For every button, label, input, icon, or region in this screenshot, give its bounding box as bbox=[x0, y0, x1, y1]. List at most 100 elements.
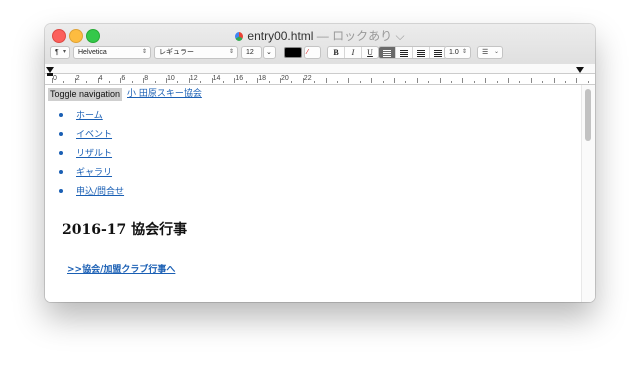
nav-item: 申込/問合せ bbox=[59, 181, 124, 200]
align-left-button[interactable] bbox=[379, 47, 396, 58]
bullet-icon bbox=[59, 169, 63, 174]
font-style-popup[interactable]: レギュラー ⇕ bbox=[154, 46, 238, 59]
ruler-tick bbox=[576, 78, 578, 83]
ruler-label: 12 bbox=[189, 75, 198, 82]
paragraph-style-label: ¶ bbox=[55, 49, 59, 56]
highlight-color-button[interactable]: ⁄ bbox=[304, 46, 321, 59]
ruler-tick bbox=[314, 81, 316, 83]
text-style-segment: B I U bbox=[327, 46, 379, 59]
ruler-tick bbox=[496, 81, 498, 83]
align-center-icon bbox=[400, 49, 408, 57]
updown-arrows-icon: ⇕ bbox=[141, 49, 147, 55]
filename: entry00.html bbox=[247, 29, 314, 43]
ruler-label: 18 bbox=[258, 75, 266, 82]
nav-item: ホーム bbox=[59, 105, 124, 124]
title-separator: — bbox=[313, 29, 333, 43]
ruler-tick bbox=[359, 81, 361, 83]
ruler-tick bbox=[565, 81, 566, 83]
ruler-tick bbox=[462, 78, 464, 83]
text-color-swatch[interactable] bbox=[284, 47, 302, 58]
ruler-tick bbox=[223, 81, 224, 83]
ruler-tick bbox=[473, 81, 475, 83]
format-toolbar: ¶ ▾ Helvetica ⇕ レギュラー ⇕ 12 ⌄ ⁄ B I U 1.0… bbox=[45, 46, 595, 64]
font-size-value: 12 bbox=[246, 49, 254, 56]
site-nav-list: ホームイベントリザルトギャラリ申込/問合せ bbox=[59, 105, 124, 200]
line-spacing-value: 1.0 bbox=[449, 49, 459, 56]
ruler-tick bbox=[394, 78, 395, 83]
ruler-tick bbox=[268, 81, 270, 83]
scrollbar-thumb[interactable] bbox=[585, 89, 591, 141]
ruler-tick bbox=[337, 81, 338, 83]
ruler-tick bbox=[405, 81, 407, 83]
ruler-tick bbox=[109, 81, 110, 83]
nav-link[interactable]: ホーム bbox=[76, 108, 103, 121]
font-size-dropdown[interactable]: ⌄ bbox=[263, 46, 276, 59]
ruler-label: 22 bbox=[303, 75, 312, 82]
ruler-label: 2 bbox=[75, 75, 80, 82]
vertical-scrollbar[interactable] bbox=[581, 85, 595, 302]
ruler-tick bbox=[245, 81, 247, 83]
ruler-tick bbox=[542, 81, 544, 83]
nav-link[interactable]: ギャラリ bbox=[76, 165, 112, 178]
chevron-down-icon: ⌄ bbox=[493, 49, 499, 55]
nav-item: リザルト bbox=[59, 143, 124, 162]
ruler-tick bbox=[371, 78, 373, 83]
bullet-icon bbox=[59, 188, 63, 193]
line-spacing-popup[interactable]: 1.0 ⇕ bbox=[444, 46, 471, 59]
toggle-navigation-button[interactable]: Toggle navigation bbox=[48, 88, 123, 101]
nav-link[interactable]: 申込/問合せ bbox=[76, 184, 124, 197]
ruler-label: 20 bbox=[281, 75, 289, 82]
nav-link[interactable]: リザルト bbox=[76, 146, 112, 159]
list-bullets-icon: ☰ bbox=[482, 49, 489, 56]
ruler-tick bbox=[291, 81, 293, 83]
chevron-down-icon: ⌵ bbox=[395, 29, 405, 43]
ruler-tick bbox=[348, 78, 350, 83]
first-line-indent-marker[interactable] bbox=[47, 73, 53, 76]
ruler-label: 0 bbox=[53, 75, 57, 82]
ruler-scale: 0 2 4 6 8 10 12 14 16 18 20 22 bbox=[45, 73, 595, 85]
ruler-tick bbox=[428, 81, 430, 83]
alignment-segment bbox=[378, 46, 447, 59]
nav-link[interactable]: イベント bbox=[76, 127, 112, 140]
bullet-icon bbox=[59, 112, 63, 117]
bold-button[interactable]: B bbox=[328, 47, 345, 58]
ruler-label: 16 bbox=[235, 75, 244, 82]
ruler-tick bbox=[177, 81, 179, 83]
chevron-down-icon: ▾ bbox=[62, 49, 66, 55]
align-center-button[interactable] bbox=[396, 47, 413, 58]
align-right-icon bbox=[417, 49, 425, 57]
italic-button[interactable]: I bbox=[345, 47, 362, 58]
bullet-icon bbox=[59, 150, 63, 155]
ruler-tick bbox=[587, 81, 589, 83]
updown-arrows-icon: ⇕ bbox=[228, 49, 234, 55]
ruler-tick bbox=[131, 81, 133, 83]
align-right-button[interactable] bbox=[413, 47, 430, 58]
font-style-value: レギュラー bbox=[159, 49, 194, 56]
align-justify-icon bbox=[434, 49, 442, 57]
ruler[interactable]: 0 2 4 6 8 10 12 14 16 18 20 22 bbox=[45, 64, 595, 85]
font-family-popup[interactable]: Helvetica ⇕ bbox=[73, 46, 151, 59]
underline-button[interactable]: U bbox=[362, 47, 378, 58]
window-title[interactable]: entry00.html — ロックあり ⌵ bbox=[45, 27, 595, 44]
document-area[interactable]: Toggle navigation 小 田原スキー協会 ホームイベントリザルトギ… bbox=[45, 85, 595, 302]
paragraph-style-popup[interactable]: ¶ ▾ bbox=[50, 46, 70, 59]
ruler-tick bbox=[325, 78, 327, 83]
ruler-tick bbox=[485, 78, 487, 83]
align-left-icon bbox=[383, 49, 391, 57]
right-margin-marker[interactable] bbox=[576, 67, 584, 73]
site-brand-link[interactable]: 小 田原スキー協会 bbox=[127, 88, 202, 101]
ruler-tick bbox=[154, 81, 156, 83]
list-style-popup[interactable]: ☰ ⌄ bbox=[477, 46, 503, 59]
ruler-label: 6 bbox=[121, 75, 126, 82]
ruler-label: 14 bbox=[212, 75, 221, 82]
font-size-field[interactable]: 12 bbox=[241, 46, 262, 59]
updown-arrows-icon: ⇕ bbox=[461, 49, 467, 55]
nav-item: イベント bbox=[59, 124, 124, 143]
ruler-tick bbox=[519, 81, 521, 83]
ruler-tick bbox=[200, 81, 202, 83]
bullet-icon bbox=[59, 131, 63, 136]
document-icon bbox=[235, 32, 244, 41]
club-events-link[interactable]: >>協会/加盟クラブ行事へ bbox=[67, 262, 175, 275]
highlight-pen-icon: ⁄ bbox=[307, 49, 309, 56]
font-family-value: Helvetica bbox=[78, 49, 107, 56]
